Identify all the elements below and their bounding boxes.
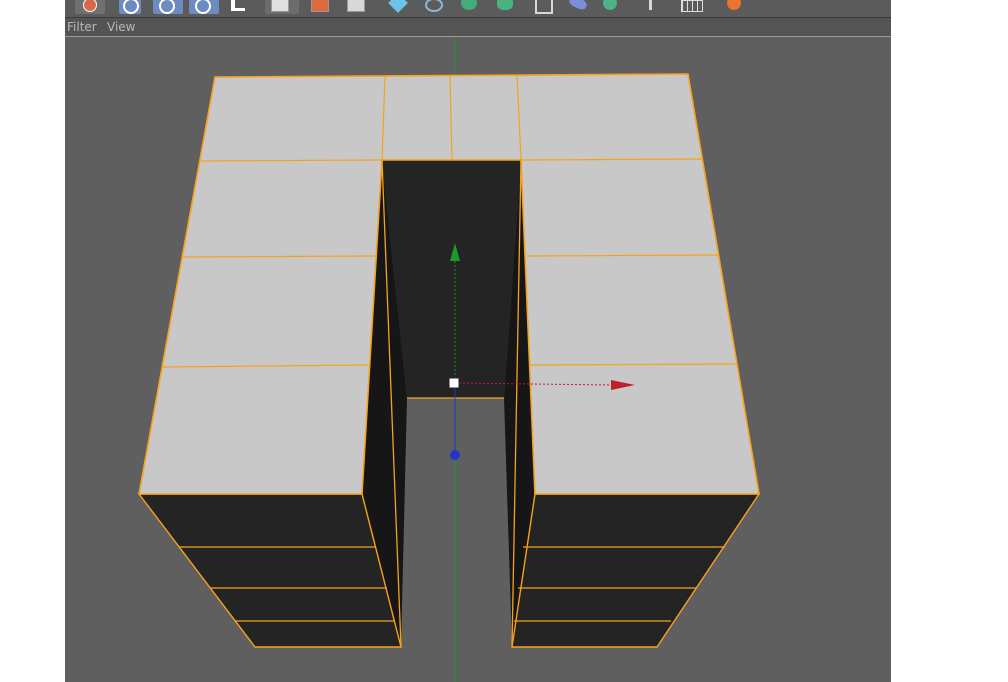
coordinate-system-icon[interactable]: [225, 0, 253, 14]
3d-viewport[interactable]: [65, 37, 891, 682]
gizmo-center-handle-icon[interactable]: [448, 377, 460, 389]
viewport-menubar: Filter View: [65, 18, 891, 37]
gizmo-z-handle-icon[interactable]: [450, 450, 460, 460]
outside-area-right: [891, 0, 1008, 682]
x-axis-icon[interactable]: [119, 0, 141, 14]
scene-canvas[interactable]: [65, 37, 891, 682]
menu-item-view[interactable]: View: [107, 20, 135, 34]
object-mode-icon[interactable]: [305, 0, 337, 14]
model-mode-icon[interactable]: [265, 0, 299, 14]
floor-icon[interactable]: [675, 0, 709, 14]
nurbs-icon[interactable]: [453, 0, 487, 14]
texture-mode-icon[interactable]: [341, 0, 371, 14]
cinema4d-window: Filter View: [0, 0, 1008, 682]
deformer-icon[interactable]: [525, 0, 559, 14]
right-front-face: [511, 493, 761, 648]
z-axis-icon[interactable]: [189, 0, 219, 14]
scene-icon[interactable]: [561, 0, 595, 14]
camera-icon[interactable]: [595, 0, 629, 14]
cube-icon[interactable]: [381, 0, 415, 14]
y-axis-icon[interactable]: [153, 0, 183, 14]
menu-item-filter[interactable]: Filter: [67, 20, 97, 34]
left-front-face: [137, 493, 402, 648]
render-icon[interactable]: [717, 0, 751, 14]
undo-selection-icon[interactable]: [75, 0, 105, 14]
array-icon[interactable]: [489, 0, 523, 14]
toolbar: [65, 0, 891, 18]
spline-pen-icon[interactable]: [417, 0, 447, 14]
outside-area-left: [0, 0, 65, 682]
light-icon[interactable]: [637, 0, 671, 14]
